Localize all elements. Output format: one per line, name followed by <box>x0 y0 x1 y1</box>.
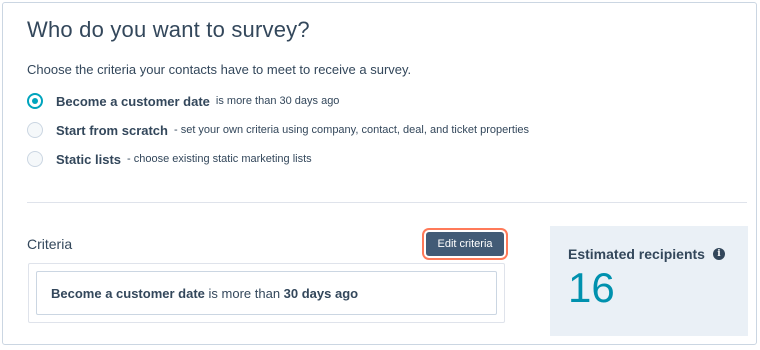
recipients-count: 16 <box>568 264 615 311</box>
page-subtitle: Choose the criteria your contacts have t… <box>27 62 412 77</box>
option-label: Static lists <box>56 151 122 167</box>
criteria-operator: is more than <box>204 285 284 301</box>
survey-audience-card: Who do you want to survey? Choose the cr… <box>2 2 757 345</box>
recipients-label-row: Estimated recipients i <box>568 246 725 262</box>
criteria-property: Become a customer date <box>51 285 205 301</box>
option-description: - choose existing static marketing lists <box>127 153 312 165</box>
criteria-heading: Criteria <box>27 236 73 252</box>
option-label: Start from scratch <box>56 122 168 138</box>
option-description: - set your own criteria using company, c… <box>173 124 530 136</box>
criteria-panel: Become a customer date is more than 30 d… <box>28 263 505 323</box>
radio-button[interactable] <box>27 122 43 138</box>
info-icon[interactable]: i <box>712 248 725 260</box>
page-title: Who do you want to survey? <box>27 17 310 42</box>
recipients-label: Estimated recipients <box>568 246 705 262</box>
option-static-lists[interactable]: Static lists - choose existing static ma… <box>27 151 312 167</box>
option-description: is more than 30 days ago <box>215 95 340 107</box>
option-start-from-scratch[interactable]: Start from scratch - set your own criter… <box>27 122 529 138</box>
criteria-summary: Become a customer date is more than 30 d… <box>36 271 497 315</box>
option-become-customer-date[interactable]: Become a customer date is more than 30 d… <box>27 93 339 109</box>
radio-button-selected[interactable] <box>27 93 43 109</box>
section-divider <box>27 202 747 203</box>
option-label: Become a customer date <box>56 93 210 109</box>
radio-button[interactable] <box>27 151 43 167</box>
criteria-value: 30 days ago <box>283 285 359 301</box>
edit-criteria-button[interactable]: Edit criteria <box>426 232 504 256</box>
estimated-recipients-panel: Estimated recipients i 16 <box>550 226 748 336</box>
